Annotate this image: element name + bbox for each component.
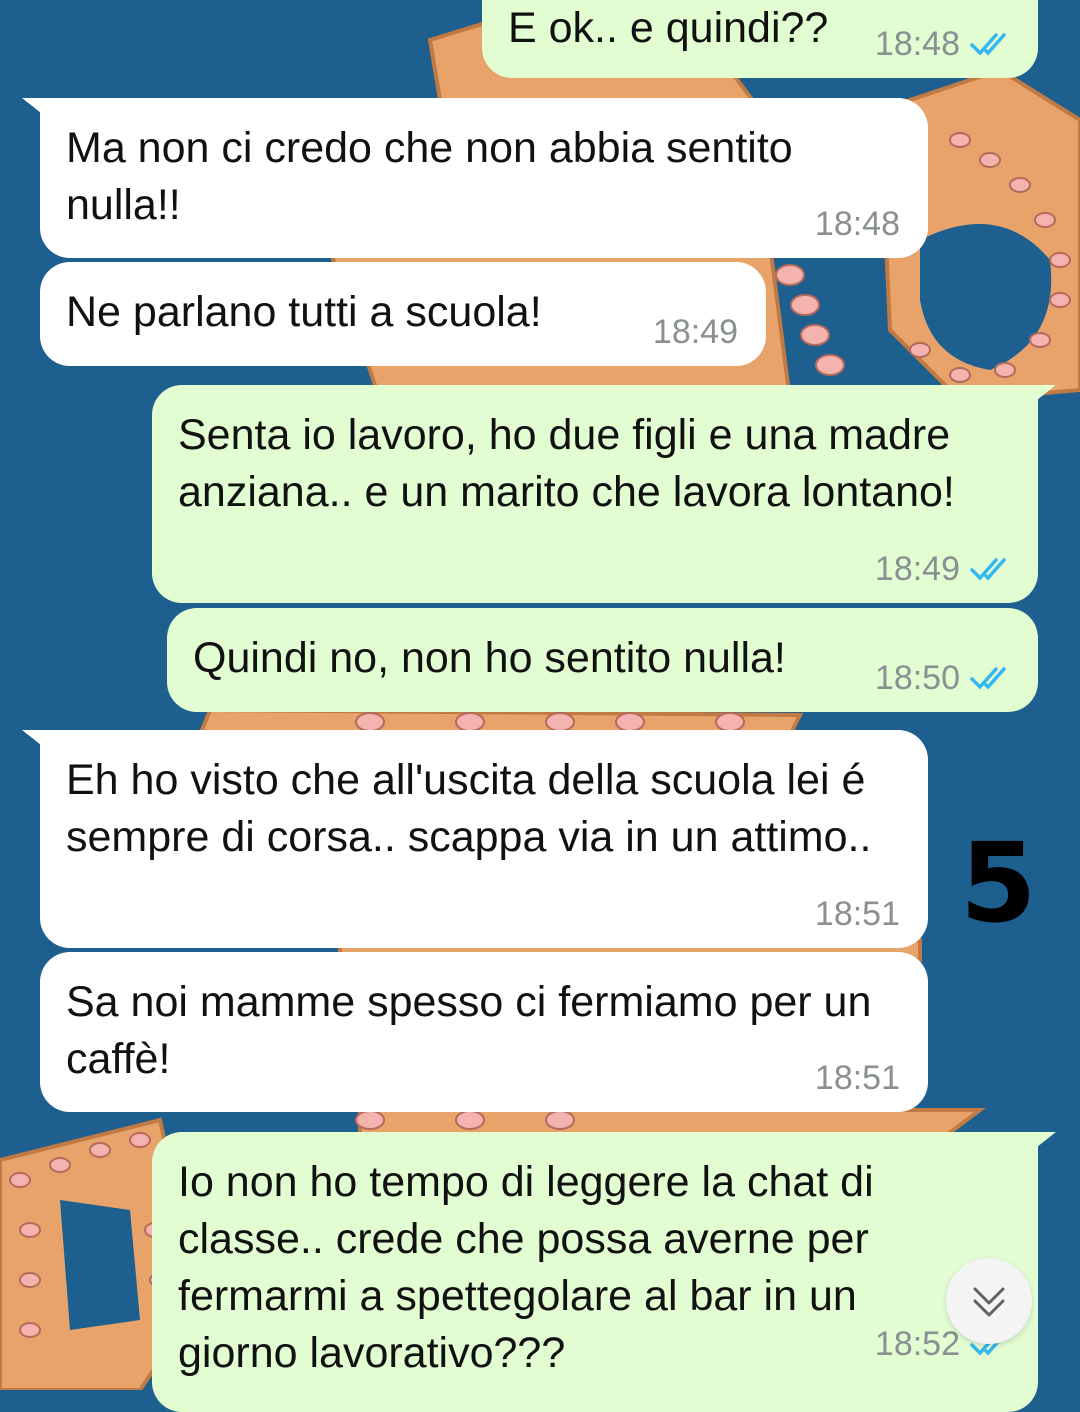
message-time: 18:49 [652,313,738,351]
double-check-icon [970,558,1006,581]
message-meta: 18:51 [815,894,900,934]
message-time: 18:48 [874,25,960,63]
bubble-tail [1018,1132,1056,1162]
message-text: E ok.. e quindi?? [508,4,829,52]
message-bubble-outgoing[interactable]: Quindi no, non ho sentito nulla! 18:50 [167,608,1038,712]
message-text: Eh ho visto che all'uscita della scuola … [66,756,872,861]
handwritten-annotation: 5 [960,819,1037,947]
message-bubble-incoming[interactable]: Ma non ci credo che non abbia sentito nu… [22,98,928,258]
double-check-icon [970,667,1006,690]
message-text: Ne parlano tutti a scuola! [66,288,542,336]
message-time: 18:49 [874,550,960,588]
message-text: Senta io lavoro, ho due figli e una madr… [178,411,955,516]
message-meta: 18:49 [875,549,1012,589]
message-bubble-outgoing[interactable]: E ok.. e quindi?? 18:48 [482,0,1038,78]
scroll-to-bottom-button[interactable] [946,1258,1032,1344]
message-text: Quindi no, non ho sentito nulla! [193,634,786,682]
message-meta: 18:48 [815,204,900,244]
message-meta: 18:48 [875,24,1012,64]
message-time: 18:51 [814,895,900,933]
message-bubble-incoming[interactable]: Eh ho visto che all'uscita della scuola … [22,730,928,948]
message-text: Io non ho tempo di leggere la chat di cl… [178,1158,874,1377]
message-time: 18:51 [814,1059,900,1097]
message-bubble-outgoing[interactable]: Senta io lavoro, ho due figli e una madr… [152,385,1056,603]
message-meta: 18:50 [875,658,1012,698]
message-text: Ma non ci credo che non abbia sentito nu… [66,124,793,229]
message-time: 18:50 [874,659,960,697]
message-text: Sa noi mamme spesso ci fermiamo per un c… [66,978,872,1083]
message-time: 18:52 [874,1325,960,1363]
message-bubble-incoming[interactable]: Sa noi mamme spesso ci fermiamo per un c… [40,952,928,1112]
bubble-tail [22,730,60,760]
message-bubble-outgoing[interactable]: Io non ho tempo di leggere la chat di cl… [152,1132,1056,1412]
bubble-tail [1018,385,1056,415]
double-check-icon [970,33,1006,56]
message-meta: 18:49 [653,312,738,352]
bubble-tail [22,98,60,128]
chevron-double-down-icon [973,1287,1005,1317]
message-bubble-incoming[interactable]: Ne parlano tutti a scuola! 18:49 [40,262,766,366]
message-time: 18:48 [814,205,900,243]
message-meta: 18:51 [815,1058,900,1098]
